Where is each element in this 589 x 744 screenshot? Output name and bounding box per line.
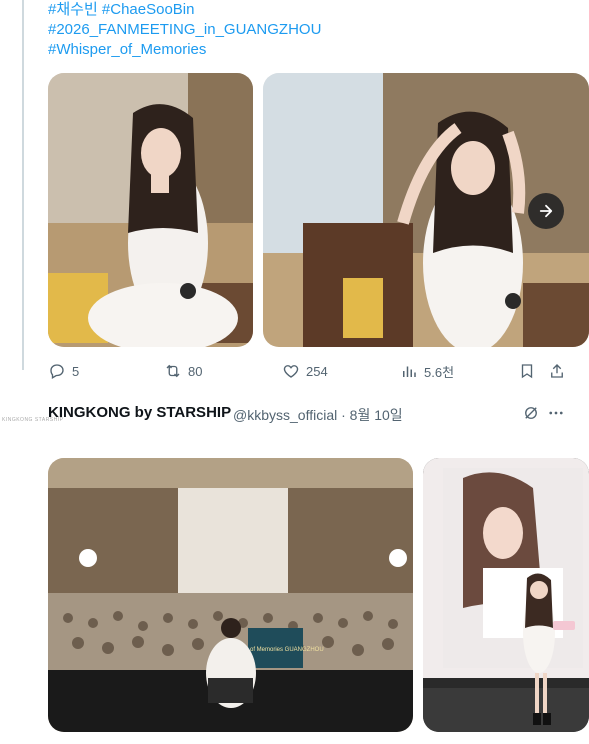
reply-count: 5 [72,363,80,379]
thread-connector-line [22,0,24,370]
like-count: 254 [306,363,328,379]
views-button[interactable]: 5.6천 [400,360,454,382]
bookmark-icon [521,364,533,379]
reply-icon [50,364,64,379]
photo-3[interactable]: Whisper of Memories GUANGZHOU [48,458,413,732]
author-name[interactable]: KINGKONG by STARSHIP [48,404,231,421]
tweet-hashtags: #채수빈 #ChaeSooBin #2026_FANMEETING_in_GUA… [48,0,589,60]
retweet-icon [166,364,180,378]
tweet-1-actions: 5 80 254 5.6천 [48,360,589,382]
heart-icon [283,365,299,378]
tweet-1: #채수빈 #ChaeSooBin #2026_FANMEETING_in_GUA… [48,0,589,380]
like-button[interactable]: 254 [282,360,328,382]
author-handle-date[interactable]: @kkbyss_official · 8월 10일 [233,405,403,425]
hashtag-line-2[interactable]: #2026_FANMEETING_in_GUANGZHOU [48,20,589,40]
views-count: 5.6천 [424,364,455,380]
more-icon[interactable] [547,404,565,422]
avatar[interactable]: KINGKONG STARSHIP [2,417,63,427]
retweet-button[interactable]: 80 [164,360,202,382]
share-button[interactable] [548,360,566,382]
bookmark-button[interactable] [518,360,536,382]
retweet-count: 80 [188,363,203,379]
arrow-right-icon [539,204,553,218]
photo-4[interactable] [423,458,589,732]
photo-1[interactable] [48,73,253,347]
hashtag-line-3[interactable]: #Whisper_of_Memories [48,40,589,60]
tweet-1-media-carousel [48,73,589,347]
carousel-next-button[interactable] [528,193,564,229]
tweet-2-header: KINGKONG STARSHIP KINGKONG by STARSHIP @… [0,402,589,424]
grok-icon[interactable] [522,404,540,422]
share-icon [551,364,563,378]
reply-button[interactable]: 5 [48,360,79,382]
views-icon [403,366,416,377]
hashtag-line-1[interactable]: #채수빈 #ChaeSooBin [48,0,589,20]
tweet-2-media-carousel: Whisper of Memories GUANGZHOU [48,458,589,732]
